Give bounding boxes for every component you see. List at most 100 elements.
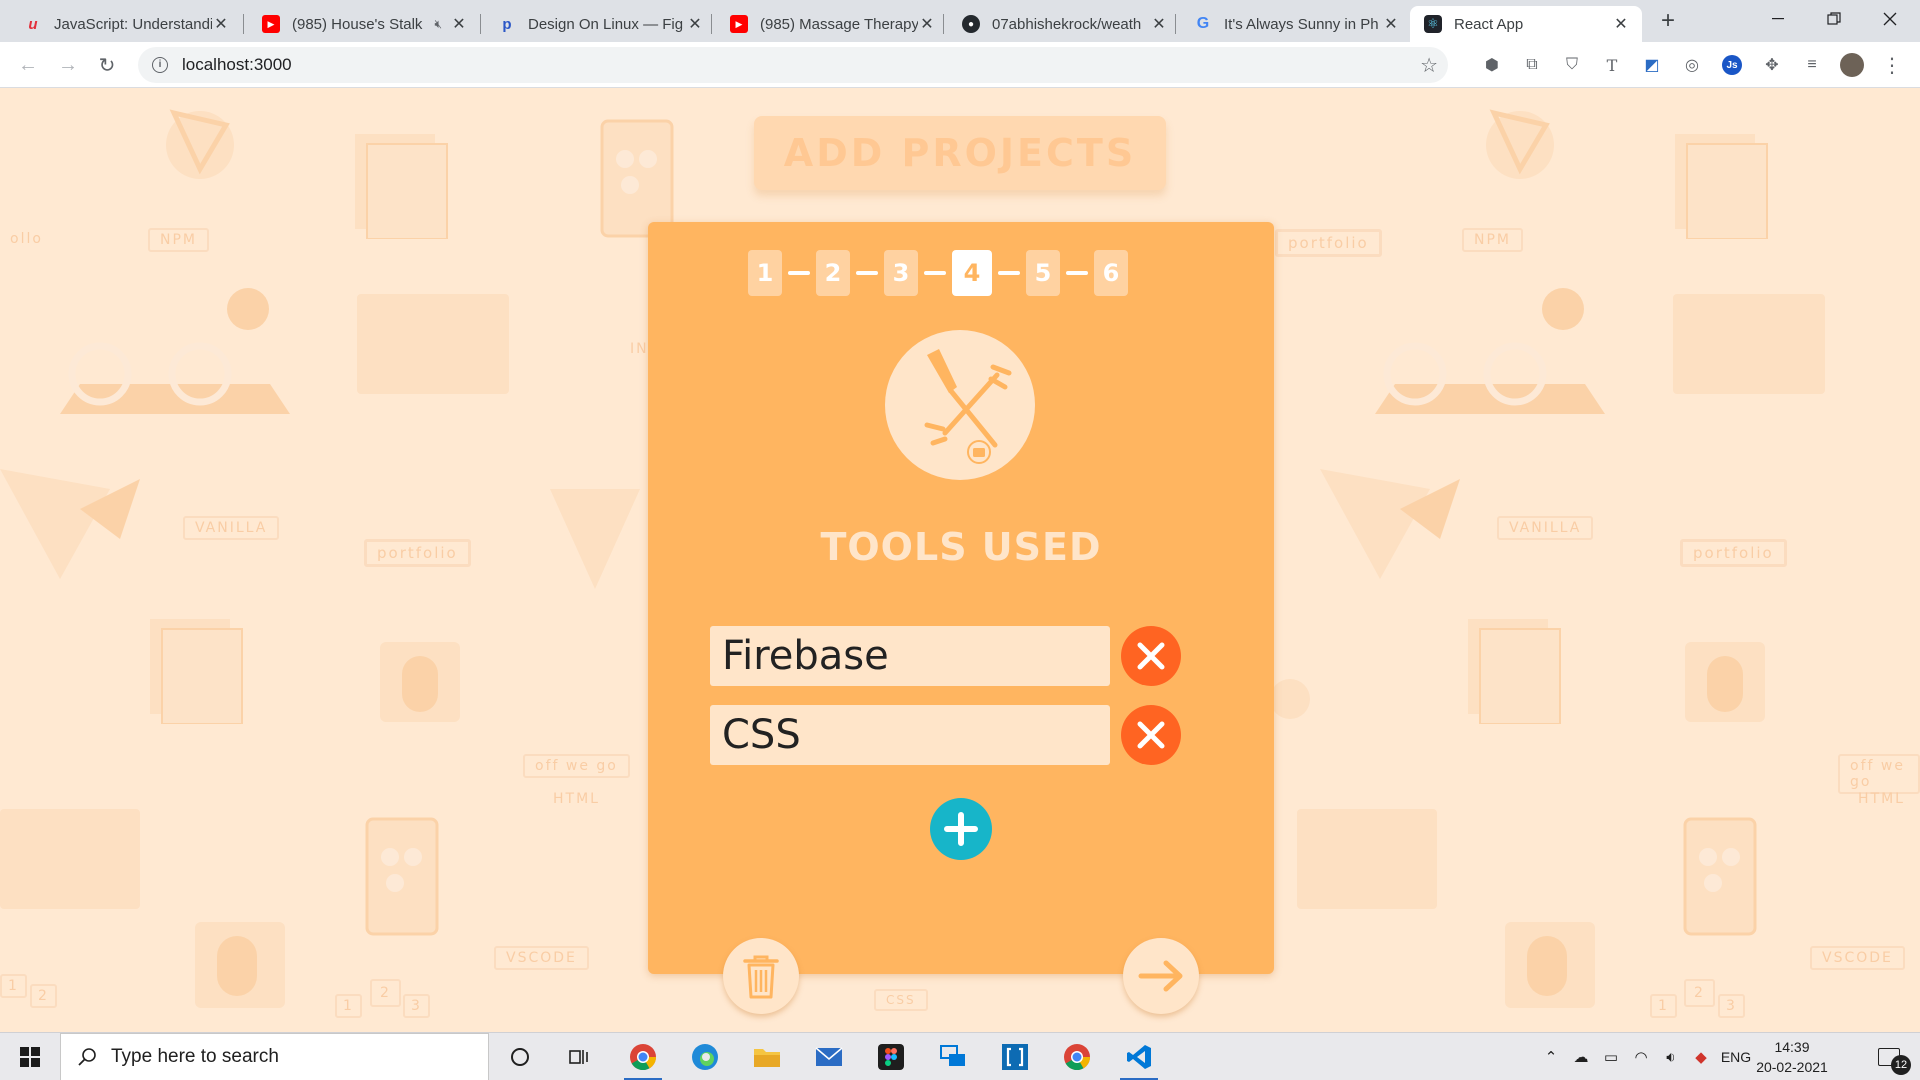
forward-button[interactable]: → xyxy=(54,51,82,79)
taskbar-chrome[interactable] xyxy=(614,1033,672,1080)
js-extension-icon[interactable]: Js xyxy=(1720,53,1744,77)
media-icon[interactable]: ≡ xyxy=(1800,53,1824,77)
portfolio-label: portfolio xyxy=(364,539,471,567)
close-tab-icon[interactable]: ✕ xyxy=(1150,14,1168,34)
folder-icon xyxy=(754,1049,780,1067)
cortana-button[interactable] xyxy=(491,1033,549,1080)
taskbar-figma[interactable] xyxy=(862,1033,920,1080)
tab-always-sunny[interactable]: G It's Always Sunny in Ph ✕ xyxy=(1180,6,1412,42)
close-window-button[interactable] xyxy=(1862,0,1918,38)
notification-badge: 12 xyxy=(1891,1055,1911,1075)
figma-icon xyxy=(878,1044,904,1070)
extension-icon-1[interactable]: ⬢ xyxy=(1480,53,1504,77)
portfolio-label: portfolio xyxy=(1680,539,1787,567)
speaker-muted-icon[interactable]: 🔇︎ xyxy=(434,17,442,32)
step-1[interactable]: 1 xyxy=(748,250,782,296)
onedrive-icon[interactable]: ☁ xyxy=(1566,1033,1596,1080)
notifications-button[interactable]: 12 xyxy=(1864,1033,1914,1080)
step-indicator: 1 2 3 4 5 6 xyxy=(748,250,1128,296)
extension-icon-3[interactable]: ◩ xyxy=(1640,53,1664,77)
taskbar-file-explorer[interactable] xyxy=(738,1033,796,1080)
udemy-icon: u xyxy=(28,15,38,33)
menu-dots-icon[interactable]: ⋮ xyxy=(1880,53,1904,77)
tool-input-2[interactable]: CSS xyxy=(710,705,1110,765)
start-button[interactable] xyxy=(0,1033,60,1080)
extension-icon-2[interactable]: ⧉ xyxy=(1520,53,1544,77)
back-button[interactable]: ← xyxy=(14,51,42,79)
next-step-button[interactable] xyxy=(1123,938,1199,1014)
podium-label: 1 xyxy=(0,974,27,998)
step-6[interactable]: 6 xyxy=(1094,250,1128,296)
close-icon xyxy=(1883,12,1897,26)
podium-label: 1 xyxy=(1650,994,1677,1018)
extension-icon-4[interactable]: ◎ xyxy=(1680,53,1704,77)
bookmark-star-icon[interactable]: ☆ xyxy=(1420,53,1438,78)
tools-illustration xyxy=(885,330,1035,480)
reload-icon: ↻ xyxy=(98,54,116,77)
react-icon: ⚛ xyxy=(1424,15,1442,33)
close-tab-icon[interactable]: ✕ xyxy=(1612,14,1630,34)
add-projects-heading: ADD PROJECTS xyxy=(754,116,1166,190)
task-view-button[interactable] xyxy=(550,1033,608,1080)
taskbar-edge[interactable] xyxy=(676,1033,734,1080)
volume-icon[interactable]: 🔉︎ xyxy=(1656,1033,1686,1080)
remove-tool-button[interactable] xyxy=(1121,705,1181,765)
clock-time: 14:39 xyxy=(1774,1039,1810,1055)
shield-icon[interactable]: ⛉ xyxy=(1560,53,1584,77)
delete-project-button[interactable] xyxy=(723,938,799,1014)
info-icon[interactable]: i xyxy=(152,57,168,73)
close-tab-icon[interactable]: ✕ xyxy=(212,14,230,34)
new-tab-button[interactable]: + xyxy=(1652,8,1684,36)
reload-button[interactable]: ↻ xyxy=(93,51,121,79)
taskbar-remote-app[interactable] xyxy=(924,1033,982,1080)
language-indicator[interactable]: ENG xyxy=(1716,1033,1756,1080)
tab-javascript[interactable]: u JavaScript: Understandi ✕ xyxy=(10,6,242,42)
close-tab-icon[interactable]: ✕ xyxy=(918,14,936,34)
avatar[interactable] xyxy=(1840,53,1864,77)
windows-logo-icon xyxy=(20,1047,40,1067)
close-tab-icon[interactable]: ✕ xyxy=(1382,14,1400,34)
taskbar-search[interactable]: Type here to search xyxy=(60,1033,489,1080)
restore-button[interactable] xyxy=(1806,0,1862,38)
taskbar-chrome-2[interactable] xyxy=(1048,1033,1106,1080)
tab-massage-therapy[interactable]: ▶ (985) Massage Therapy ✕ xyxy=(716,6,948,42)
rocket-icon xyxy=(1320,469,1460,579)
tab-design-on-linux[interactable]: p Design On Linux — Fig ✕ xyxy=(484,6,716,42)
security-app-icon[interactable]: ◆ xyxy=(1686,1033,1716,1080)
step-5[interactable]: 5 xyxy=(1026,250,1060,296)
step-connector xyxy=(924,271,946,275)
tab-house-stalk[interactable]: ▶ (985) House's Stalk 🔇︎ ✕ xyxy=(248,6,480,42)
step-4-active[interactable]: 4 xyxy=(952,250,992,296)
address-bar[interactable]: i localhost:3000 ☆ xyxy=(138,47,1448,83)
battery-icon[interactable]: ▭ xyxy=(1596,1033,1626,1080)
step-connector xyxy=(1066,271,1088,275)
puzzle-icon[interactable]: ✥ xyxy=(1760,53,1784,77)
html-label: HTML xyxy=(553,791,600,807)
page-title: ADD PROJECTS xyxy=(783,131,1137,175)
tool-row: CSS xyxy=(710,705,1210,765)
rocket-icon xyxy=(550,489,640,589)
tab-react-app[interactable]: ⚛ React App ✕ xyxy=(1410,6,1642,42)
taskbar-brackets[interactable] xyxy=(986,1033,1044,1080)
url-text[interactable]: localhost:3000 xyxy=(182,55,292,75)
tray-overflow-button[interactable]: ⌃ xyxy=(1536,1033,1566,1080)
remove-tool-button[interactable] xyxy=(1121,626,1181,686)
mouse-icon xyxy=(195,922,285,1008)
taskbar-mail[interactable] xyxy=(800,1033,858,1080)
add-tool-button[interactable] xyxy=(930,798,992,860)
tab-strip: u JavaScript: Understandi ✕ ▶ (985) Hous… xyxy=(0,0,1920,42)
text-extension-icon[interactable]: T xyxy=(1600,53,1624,77)
google-icon: G xyxy=(1196,15,1210,32)
system-clock[interactable]: 14:39 20-02-2021 xyxy=(1752,1037,1832,1077)
chrome-icon xyxy=(1064,1044,1091,1071)
mouse-icon xyxy=(1685,642,1765,722)
step-3[interactable]: 3 xyxy=(884,250,918,296)
taskbar-vscode[interactable] xyxy=(1110,1033,1168,1080)
close-tab-icon[interactable]: ✕ xyxy=(450,14,468,34)
step-2[interactable]: 2 xyxy=(816,250,850,296)
tool-input-1[interactable]: Firebase xyxy=(710,626,1110,686)
tab-github[interactable]: ● 07abhishekrock/weath ✕ xyxy=(948,6,1180,42)
close-tab-icon[interactable]: ✕ xyxy=(686,14,704,34)
wifi-icon[interactable]: ◠ xyxy=(1626,1033,1656,1080)
minimize-button[interactable] xyxy=(1750,0,1806,38)
